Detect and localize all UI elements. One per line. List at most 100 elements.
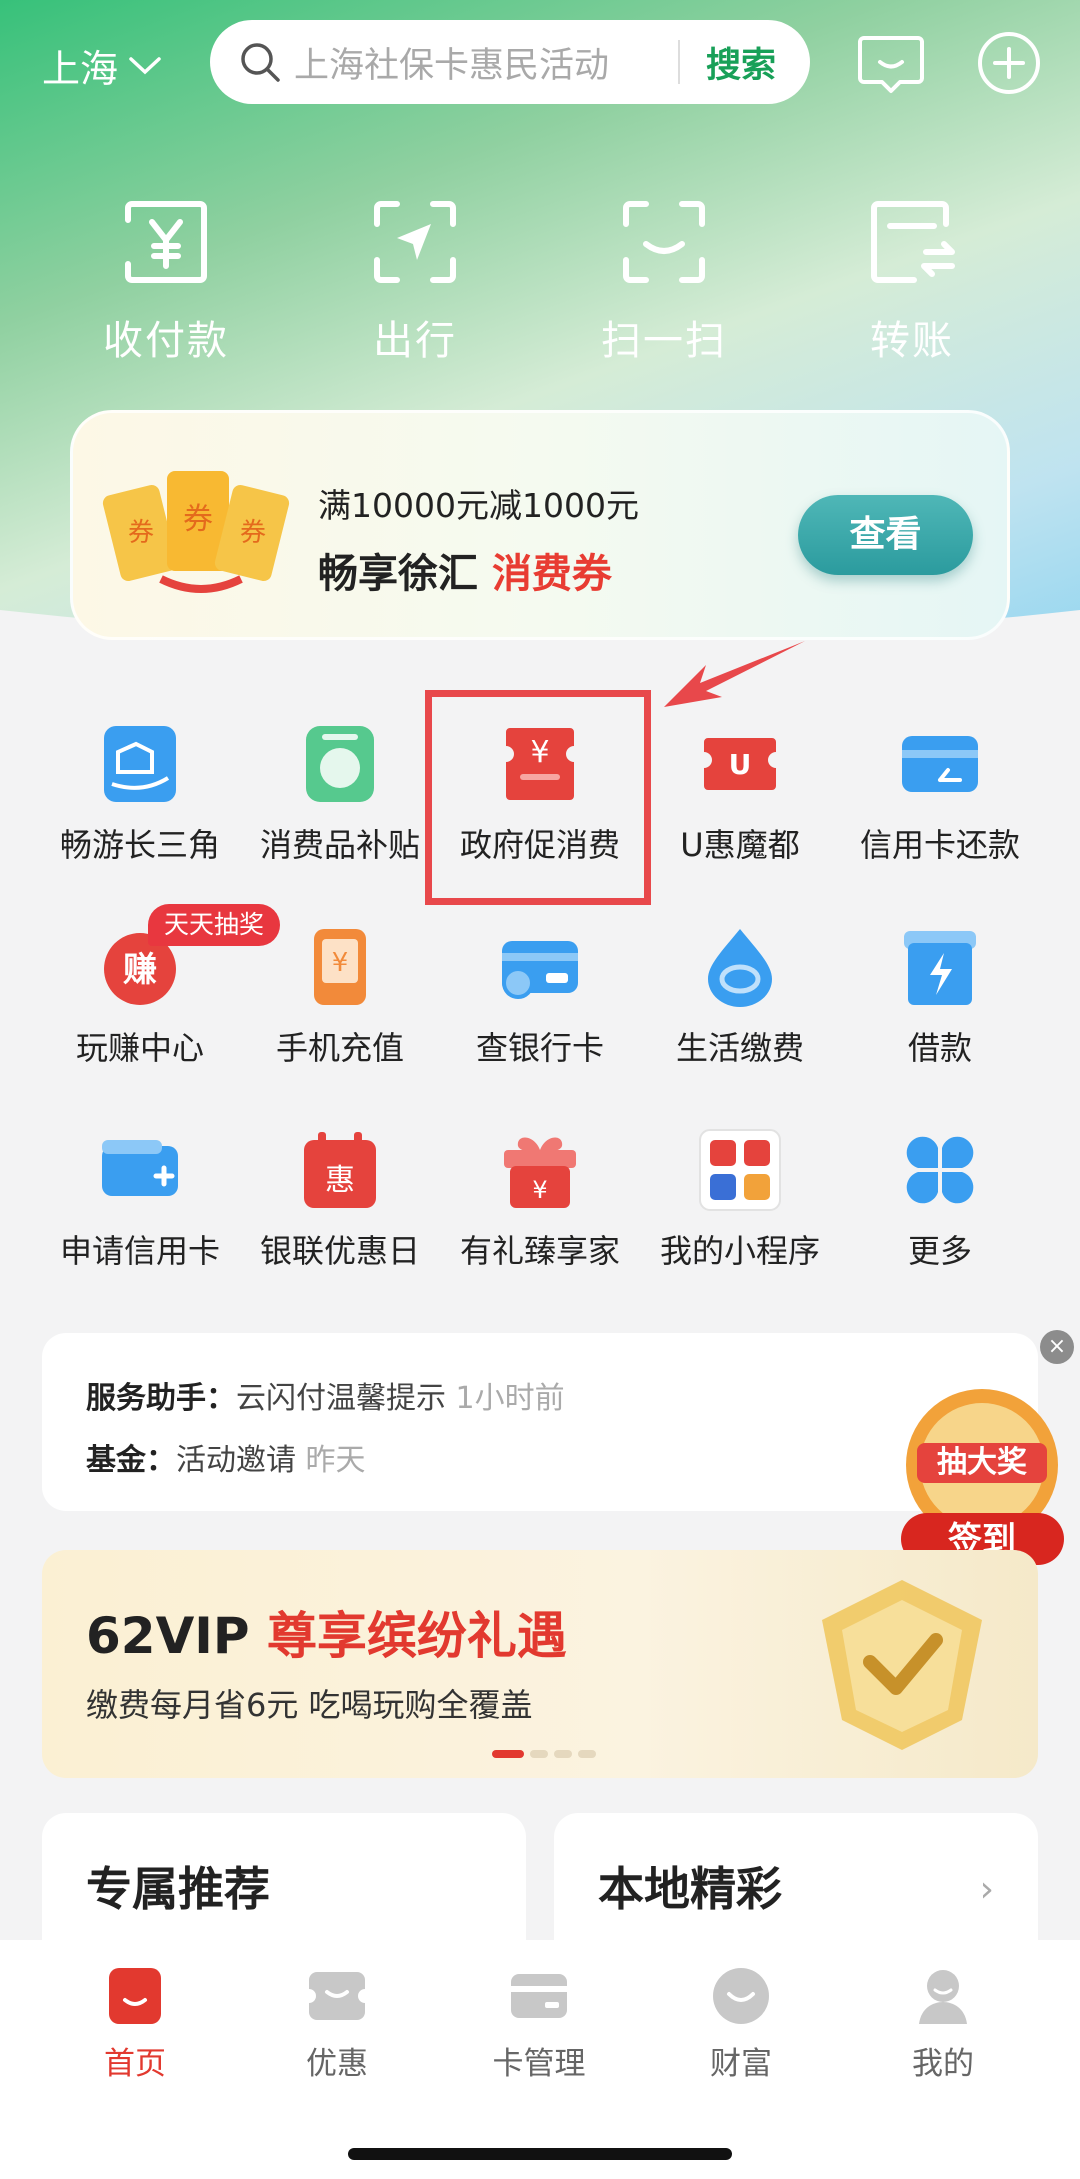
service-label: 银联优惠日: [259, 1232, 420, 1270]
message-icon[interactable]: [858, 30, 924, 96]
search-button[interactable]: 搜索: [680, 37, 810, 88]
discount-icon: [305, 1972, 369, 2020]
scan-icon: [623, 201, 705, 283]
service-label: 玩赚中心: [75, 1029, 204, 1067]
yuan-scan-icon: [125, 201, 207, 283]
card-title: 专属推荐: [86, 1862, 270, 1916]
lottery-badge-icon: 抽大奖 签到: [901, 1389, 1064, 1565]
service-earn-center[interactable]: 赚 玩赚中心: [40, 925, 240, 1069]
service-utilities[interactable]: 生活缴费: [640, 925, 840, 1069]
close-icon[interactable]: ×: [1040, 1330, 1074, 1364]
service-label: 生活缴费: [675, 1029, 804, 1067]
carousel-dot: [530, 1750, 548, 1758]
service-label: 有礼臻享家: [459, 1232, 620, 1270]
chevron-down-icon: [129, 56, 161, 74]
icon-glyph: 惠: [325, 1163, 355, 1198]
quick-action-label: 扫一扫: [601, 318, 727, 364]
loan-icon: [904, 931, 976, 1005]
transfer-icon: [871, 201, 955, 283]
washing-machine-icon: [306, 726, 374, 802]
coupon-text: 券: [183, 502, 213, 537]
vip-title-prefix: 62VIP: [86, 1607, 267, 1665]
service-gift[interactable]: ¥ 有礼臻享家: [440, 1128, 640, 1272]
gift-icon: ¥: [504, 1137, 576, 1208]
shield-check-icon: [822, 1580, 982, 1750]
carousel-dot: [554, 1750, 572, 1758]
tab-profile[interactable]: 我的: [863, 1964, 1023, 2083]
icon-glyph: ¥: [332, 948, 349, 978]
service-loan[interactable]: 借款: [840, 925, 1040, 1069]
quick-action-scan[interactable]: 扫一扫: [574, 190, 754, 366]
more-icon: [906, 1136, 974, 1204]
calendar-icon: 惠: [304, 1132, 376, 1208]
icon-glyph: 赚: [123, 950, 157, 990]
service-apply-credit[interactable]: 申请信用卡: [40, 1128, 240, 1272]
tab-label: 我的: [912, 2046, 974, 2082]
promo-line1: 满10000元减1000元: [318, 486, 639, 525]
coupon-text: 券: [128, 518, 154, 548]
search-bar[interactable]: 上海社保卡惠民活动 搜索: [210, 20, 810, 104]
vip-banner[interactable]: 62VIP 尊享缤纷礼遇 缴费每月省6元 吃喝玩购全覆盖: [42, 1550, 1038, 1778]
service-label: 我的小程序: [659, 1232, 820, 1270]
service-credit-repay[interactable]: 信用卡还款: [840, 722, 1040, 866]
icon-glyph: U: [729, 748, 752, 781]
top-bar: 上海 上海社保卡惠民活动 搜索: [0, 0, 1080, 130]
lottery-top-text: 抽大奖: [937, 1445, 1027, 1480]
arrow-annotation: [664, 641, 805, 707]
service-phone-topup[interactable]: ¥ 手机充值: [240, 925, 440, 1069]
lottery-widget[interactable]: 抽大奖 签到: [895, 1385, 1070, 1570]
vip-title: 62VIP 尊享缤纷礼遇: [86, 1596, 567, 1668]
service-label: 申请信用卡: [59, 1232, 220, 1270]
promo-line2: 畅享徐汇 消费券: [318, 541, 612, 599]
phone-icon: ¥: [314, 929, 366, 1005]
tab-bar: 首页 优惠 卡管理 财富 我的: [0, 1940, 1080, 2179]
tab-card-management[interactable]: 卡管理: [459, 1964, 619, 2083]
notice-value: 活动邀请: [176, 1443, 296, 1478]
notice-card[interactable]: 服务助手：云闪付温馨提示 1小时前 基金：活动邀请 昨天: [42, 1333, 1038, 1511]
service-unionpay-day[interactable]: 惠 银联优惠日: [240, 1128, 440, 1272]
service-yangtze-delta[interactable]: 畅游长三角: [40, 722, 240, 866]
service-u-hui[interactable]: U U惠魔都: [640, 722, 840, 866]
quick-action-label: 出行: [373, 318, 457, 364]
mini-program-icon: [699, 1129, 781, 1211]
card-title: 本地精彩: [598, 1862, 782, 1916]
coupon-text: 券: [240, 518, 266, 548]
notice-row[interactable]: 基金：活动邀请 昨天: [86, 1435, 366, 1479]
service-subsidy[interactable]: 消费品补贴: [240, 722, 440, 866]
credit-card-icon: [902, 736, 978, 792]
tab-home[interactable]: 首页: [55, 1964, 215, 2083]
city-label: 上海: [42, 47, 119, 91]
quick-action-pay[interactable]: 收付款: [76, 190, 256, 366]
notice-key: 服务助手：: [86, 1381, 236, 1416]
tab-wealth[interactable]: 财富: [661, 1964, 821, 2083]
carousel-dot-active: [492, 1750, 524, 1758]
search-placeholder: 上海社保卡惠民活动: [294, 45, 610, 86]
service-check-card[interactable]: 查银行卡: [440, 925, 640, 1069]
service-label: 查银行卡: [475, 1029, 604, 1067]
bank-card-search-icon: [502, 941, 578, 999]
add-icon[interactable]: [976, 30, 1042, 96]
notice-row[interactable]: 服务助手：云闪付温馨提示 1小时前: [86, 1373, 565, 1417]
home-indicator: [348, 2148, 732, 2160]
coupon-icon: 券 券 券: [102, 471, 290, 593]
tab-label: 卡管理: [492, 2046, 586, 2082]
add-card-icon: [102, 1140, 178, 1196]
service-mini-programs[interactable]: 我的小程序: [640, 1128, 840, 1272]
promo-view-button[interactable]: 查看: [798, 495, 973, 575]
vip-title-highlight: 尊享缤纷礼遇: [266, 1607, 567, 1665]
notice-value: 云闪付温馨提示: [236, 1381, 446, 1416]
service-more[interactable]: 更多: [840, 1128, 1040, 1272]
quick-action-transfer[interactable]: 转账: [822, 190, 1002, 366]
profile-icon: [919, 1970, 967, 2024]
wealth-icon: [713, 1968, 769, 2024]
tab-discount[interactable]: 优惠: [257, 1964, 417, 2083]
search-icon: [241, 43, 280, 82]
city-selector[interactable]: 上海: [42, 38, 162, 93]
quick-action-travel[interactable]: 出行: [325, 190, 505, 366]
promo-banner[interactable]: 券 券 券 满10000元减1000元 畅享徐汇 消费券 查看: [70, 410, 1010, 640]
tab-label: 财富: [710, 2046, 772, 2082]
quick-action-label: 转账: [870, 318, 954, 364]
icon-glyph: ¥: [532, 1176, 547, 1204]
water-drop-icon: [708, 929, 772, 1007]
quick-action-label: 收付款: [103, 318, 229, 364]
